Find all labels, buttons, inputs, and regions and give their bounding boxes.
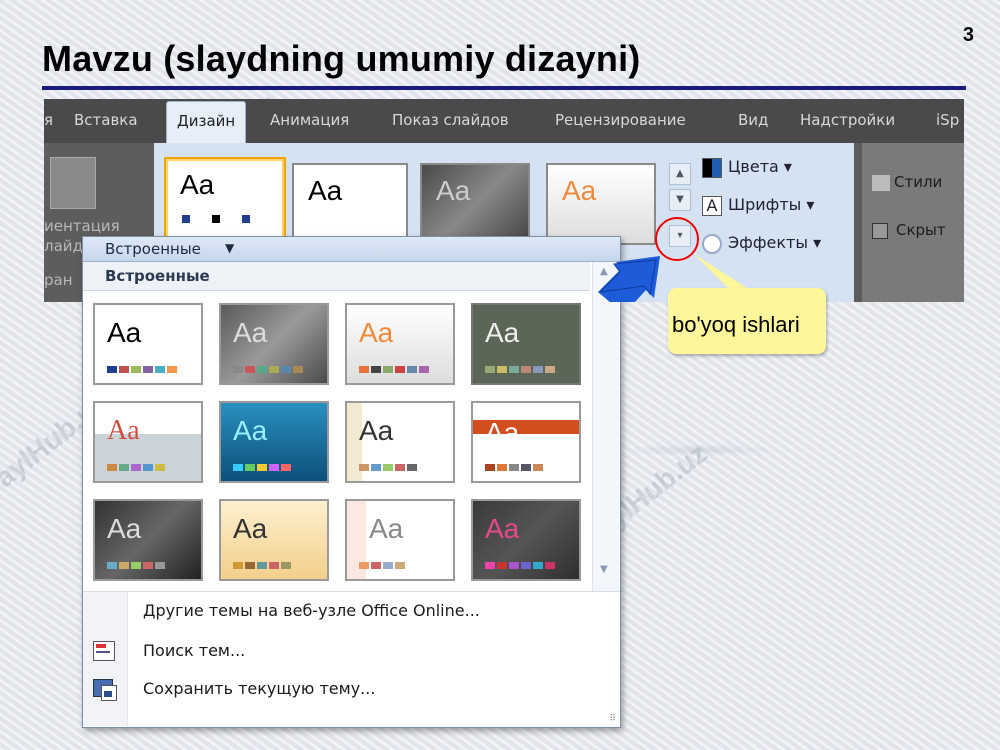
tab-design[interactable]: Дизайн [166,101,247,143]
search-themes-link[interactable]: Поиск тем... [143,641,245,660]
theme-tile[interactable]: Aa [219,303,329,385]
color-palette-icon [702,157,722,178]
save-current-theme-link[interactable]: Сохранить текущую тему... [143,679,375,698]
theme-tile[interactable]: Aa [345,401,455,483]
gallery-scroll-up[interactable]: ▲ [669,163,691,185]
theme-tile[interactable]: Aa [471,303,581,385]
theme-tile[interactable]: Aa [93,401,203,483]
font-icon: A [702,195,722,216]
slide-title: Mavzu (slaydning umumiy dizayni) [42,38,641,79]
gallery-section-title: Встроенные [83,262,590,291]
checkbox-icon [872,222,888,239]
page-label: ран [44,271,73,289]
tab-review[interactable]: Рецензирование [555,111,686,129]
gallery-scroll-down[interactable]: ▼ [669,189,691,211]
theme-tile[interactable]: Aa [93,499,203,581]
background-group: Стили Скрыт [862,143,964,302]
save-theme-icon [93,679,117,701]
tab-slideshow[interactable]: Показ слайдов [392,111,509,129]
title-underline [42,86,966,90]
theme-tile[interactable]: Aa [345,499,455,581]
theme-tile[interactable]: Aa [471,499,581,581]
search-themes-icon [93,641,115,661]
theme-tile[interactable]: Aa [345,303,455,385]
styles-button[interactable]: Стили [872,173,942,191]
hide-background-checkbox[interactable]: Скрыт [872,221,946,239]
ribbon-tabs: я Вставка Дизайн Анимация Показ слайдов … [44,99,964,143]
theme-thumb-plain[interactable]: Aa [292,163,408,245]
styles-icon [872,174,890,191]
tab-view[interactable]: Вид [738,111,768,129]
theme-thumb-office[interactable]: Aa [164,157,286,245]
gallery-scrollbar[interactable]: ▲ ▼ [592,262,619,592]
theme-tile[interactable]: Aa [471,401,581,483]
orientation-icon [50,157,96,209]
orientation-label: иентация [44,217,120,235]
gallery-header[interactable]: Встроенные ▼ [83,237,620,262]
slide-number: 3 [962,24,974,46]
theme-tile[interactable]: Aa [93,303,203,385]
tab-addins[interactable]: Надстройки [800,111,895,129]
tab-insert-fragment[interactable]: я [44,111,53,129]
theme-tile[interactable]: Aa [219,499,329,581]
tab-isp[interactable]: iSp [936,111,959,129]
tab-insert[interactable]: Вставка [74,111,138,129]
theme-tile[interactable]: Aa [219,401,329,483]
tab-animation[interactable]: Анимация [270,111,349,129]
callout-text: bo'yoq ishlari [672,312,800,337]
theme-colors-button[interactable]: Цвета ▾ [702,157,792,178]
theme-thumb-orange[interactable]: Aa [546,163,656,245]
pointer-arrow-icon [598,256,660,302]
slide-label: лайд [44,237,83,255]
theme-fonts-button[interactable]: A Шрифты ▾ [702,195,814,216]
office-online-themes-link[interactable]: Другие темы на веб-узле Office Online... [143,601,480,620]
theme-thumb-dark[interactable]: Aa [420,163,530,245]
gallery-divider [83,591,620,592]
resize-grip-icon[interactable]: ⠿ [609,715,616,724]
themes-gallery-dropdown: Встроенные ▼ Встроенные ▲ ▼ Aa Aa Aa Aa A… [82,236,621,728]
